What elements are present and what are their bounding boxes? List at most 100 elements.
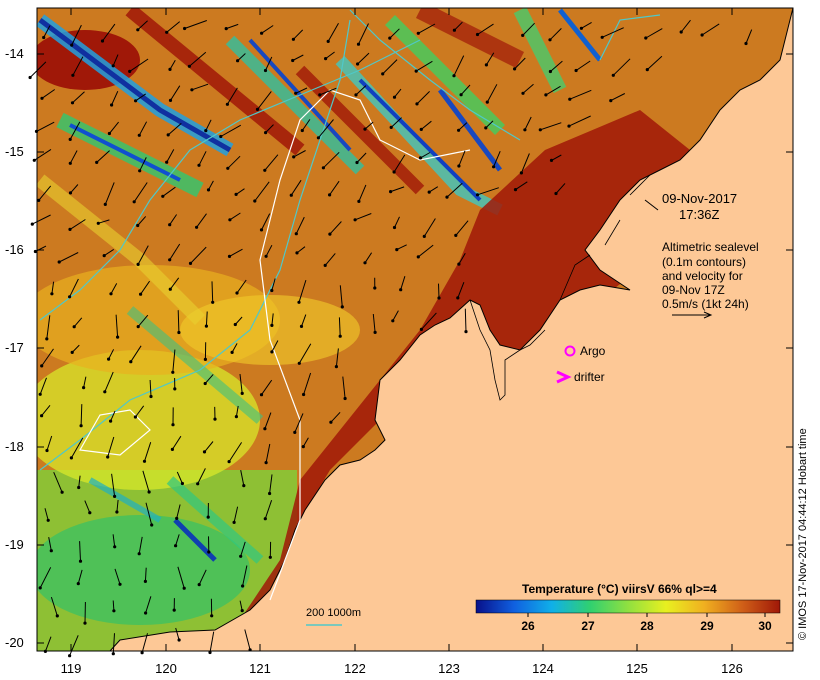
velocity-arrow-head <box>452 28 456 32</box>
velocity-arrow-head <box>316 136 320 140</box>
velocity-arrow-head <box>28 75 32 80</box>
velocity-arrow-head <box>356 42 361 46</box>
velocity-arrow-head <box>168 98 173 102</box>
velocity-arrow-head <box>118 582 122 586</box>
velocity-arrow-head <box>103 390 107 394</box>
velocity-arrow-head <box>363 261 367 265</box>
velocity-arrow-head <box>96 221 100 225</box>
velocity-arrow-head <box>236 59 240 63</box>
velocity-arrow <box>464 308 467 332</box>
velocity-arrow-head <box>302 392 306 397</box>
velocity-arrow-head <box>68 227 72 231</box>
velocity-arrow-head <box>150 523 154 527</box>
velocity-arrow-head <box>202 450 207 454</box>
velocity-arrow-head <box>142 459 147 463</box>
velocity-arrow-head <box>116 335 120 339</box>
velocity-arrow-head <box>211 300 215 304</box>
sst-patch-central-yellow <box>180 295 360 365</box>
velocity-arrow-head <box>392 95 397 99</box>
velocity-arrow-head <box>294 91 298 95</box>
velocity-arrow-head <box>228 218 232 222</box>
velocity-arrow-head <box>132 200 136 204</box>
velocity-arrow-head <box>170 447 174 451</box>
argo-label: Argo <box>580 344 606 358</box>
velocity-arrow-head <box>112 609 116 613</box>
velocity-arrow-head <box>301 445 305 449</box>
note-line: 0.5m/s (1kt 24h) <box>662 297 749 311</box>
velocity-arrow-head <box>113 494 117 498</box>
velocity-arrow-head <box>180 481 184 486</box>
velocity-arrow-head <box>263 427 267 431</box>
velocity-arrow-head <box>294 232 298 236</box>
velocity-arrow-head <box>454 233 458 237</box>
velocity-arrow-head <box>464 330 468 334</box>
velocity-arrow-head <box>234 192 238 196</box>
velocity-arrow-head <box>111 652 115 656</box>
velocity-arrow-head <box>513 67 517 71</box>
velocity-arrow-head <box>110 103 114 107</box>
velocity-arrow-head <box>49 549 53 553</box>
velocity-arrow-head <box>459 93 463 97</box>
velocity-arrow-head <box>136 28 140 32</box>
lon-tick: 120 <box>155 661 177 676</box>
velocity-arrow-head <box>30 222 34 226</box>
velocity-arrow-head <box>549 158 554 162</box>
velocity-arrow-head <box>224 27 228 31</box>
velocity-arrow-head <box>611 73 615 77</box>
velocity-arrow-head <box>174 544 178 548</box>
velocity-arrow-head <box>190 88 194 92</box>
velocity-arrow-head <box>419 327 423 331</box>
velocity-arrow-head <box>328 232 332 236</box>
sst-patch-south-green-core <box>37 515 250 625</box>
velocity-arrow-head <box>609 99 613 103</box>
lon-tick: 119 <box>60 661 82 676</box>
lat-tick: -14 <box>5 46 24 61</box>
velocity-arrow-head <box>235 291 239 295</box>
velocity-arrow-head <box>207 550 211 554</box>
velocity-arrow-head <box>326 39 330 44</box>
velocity-arrow-head <box>188 261 193 265</box>
velocity-arrow-head <box>574 68 578 73</box>
velocity-arrow-head <box>203 357 207 361</box>
colorbar-tick-label: 26 <box>521 619 535 633</box>
velocity-arrow-head <box>295 251 299 255</box>
velocity-arrow-head <box>263 517 267 521</box>
velocity-arrow-head <box>388 36 392 40</box>
velocity-arrow-head <box>484 63 488 67</box>
velocity-arrow-head <box>521 33 525 38</box>
velocity-arrow-head <box>328 193 332 197</box>
velocity-arrow-head <box>136 262 140 266</box>
velocity-arrow-head <box>100 39 105 43</box>
velocity-arrow-head <box>645 68 649 72</box>
velocity-arrow-head <box>40 364 44 368</box>
velocity-arrow-head <box>40 96 44 100</box>
velocity-arrow-head <box>334 365 338 369</box>
velocity-arrow-head <box>55 614 59 618</box>
velocity-arrow-head <box>195 225 199 229</box>
velocity-arrow-head <box>71 73 75 77</box>
velocity-arrow-head <box>45 337 49 341</box>
velocity-arrow-head <box>107 357 111 361</box>
velocity-arrow-head <box>260 31 264 35</box>
velocity-arrow-head <box>102 254 106 258</box>
velocity-arrow-head <box>107 131 111 136</box>
lon-tick: 121 <box>249 661 271 676</box>
lat-tick: -17 <box>5 340 24 355</box>
sst-map <box>28 7 794 658</box>
velocity-arrow-head <box>513 188 518 192</box>
velocity-arrow-head <box>392 170 396 174</box>
velocity-arrow-head <box>292 155 296 159</box>
velocity-arrow <box>177 310 180 333</box>
velocity-arrow-head <box>172 608 176 612</box>
velocity-arrow-head <box>183 26 187 31</box>
velocity-arrow-head <box>389 125 393 129</box>
velocity-arrow-head <box>381 72 385 76</box>
velocity-arrow-head <box>149 394 153 399</box>
velocity-arrow-head <box>136 223 140 228</box>
velocity-arrow-head <box>700 33 704 37</box>
velocity-arrow-head <box>168 223 172 227</box>
velocity-arrow-head <box>165 30 169 34</box>
velocity-arrow-head <box>79 424 83 428</box>
velocity-arrow-head <box>171 370 175 374</box>
velocity-arrow-head <box>437 296 441 300</box>
